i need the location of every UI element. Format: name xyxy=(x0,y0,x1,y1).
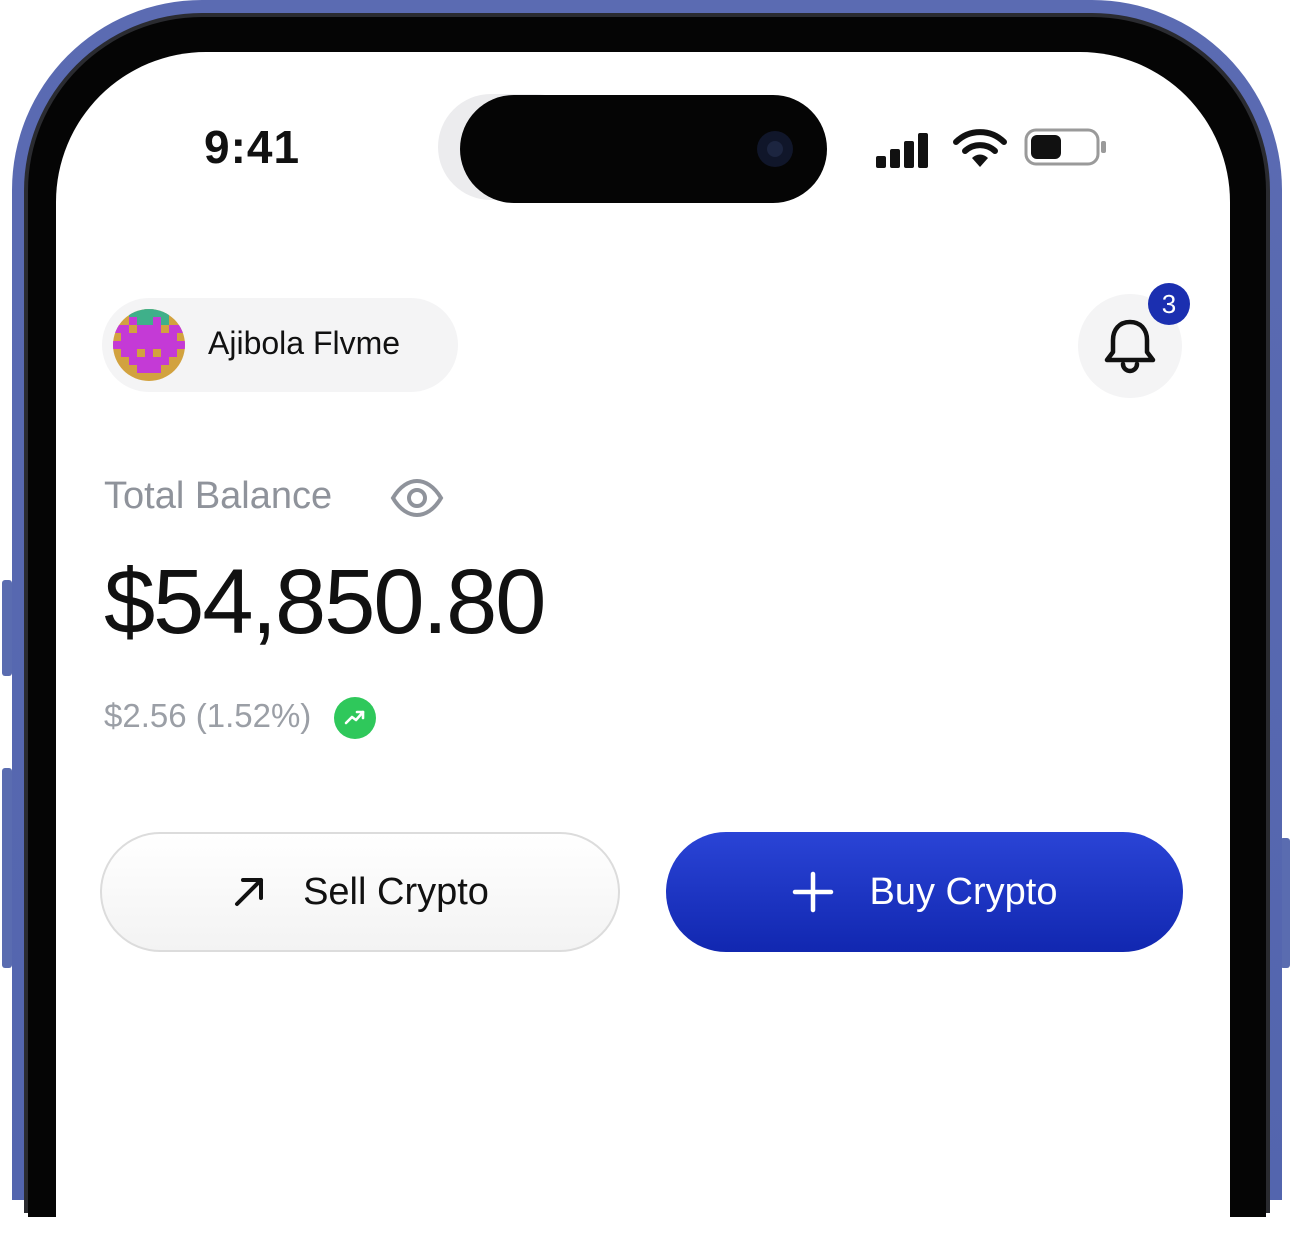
notification-badge: 3 xyxy=(1148,283,1190,325)
app-screen: 9:41 Ajibola Flvme 3 Total Balance $54,8… xyxy=(56,52,1230,1252)
wifi-icon xyxy=(953,129,1007,167)
status-time: 9:41 xyxy=(204,121,301,173)
balance-label: Total Balance xyxy=(104,475,333,517)
volume-button xyxy=(2,580,12,676)
cellular-signal-icon xyxy=(876,133,928,168)
profile-button[interactable]: Ajibola Flvme xyxy=(102,298,458,392)
user-name: Ajibola Flvme xyxy=(208,325,401,361)
sell-crypto-button[interactable]: Sell Crypto xyxy=(100,832,620,952)
arrow-up-right-icon xyxy=(231,874,267,910)
battery-icon xyxy=(1024,128,1106,166)
buy-crypto-button[interactable]: Buy Crypto xyxy=(666,832,1183,952)
volume-button xyxy=(2,768,12,968)
plus-icon xyxy=(792,871,834,913)
trend-up-icon xyxy=(334,697,376,739)
balance-change: $2.56 (1.52%) xyxy=(104,697,312,734)
eye-icon[interactable] xyxy=(390,478,444,518)
buy-crypto-label: Buy Crypto xyxy=(869,870,1058,913)
bell-icon xyxy=(1104,319,1156,374)
dynamic-island xyxy=(460,95,827,203)
avatar xyxy=(113,309,185,381)
balance-amount: $54,850.80 xyxy=(104,551,546,653)
front-camera-icon xyxy=(757,131,793,167)
sell-crypto-label: Sell Crypto xyxy=(303,870,489,913)
